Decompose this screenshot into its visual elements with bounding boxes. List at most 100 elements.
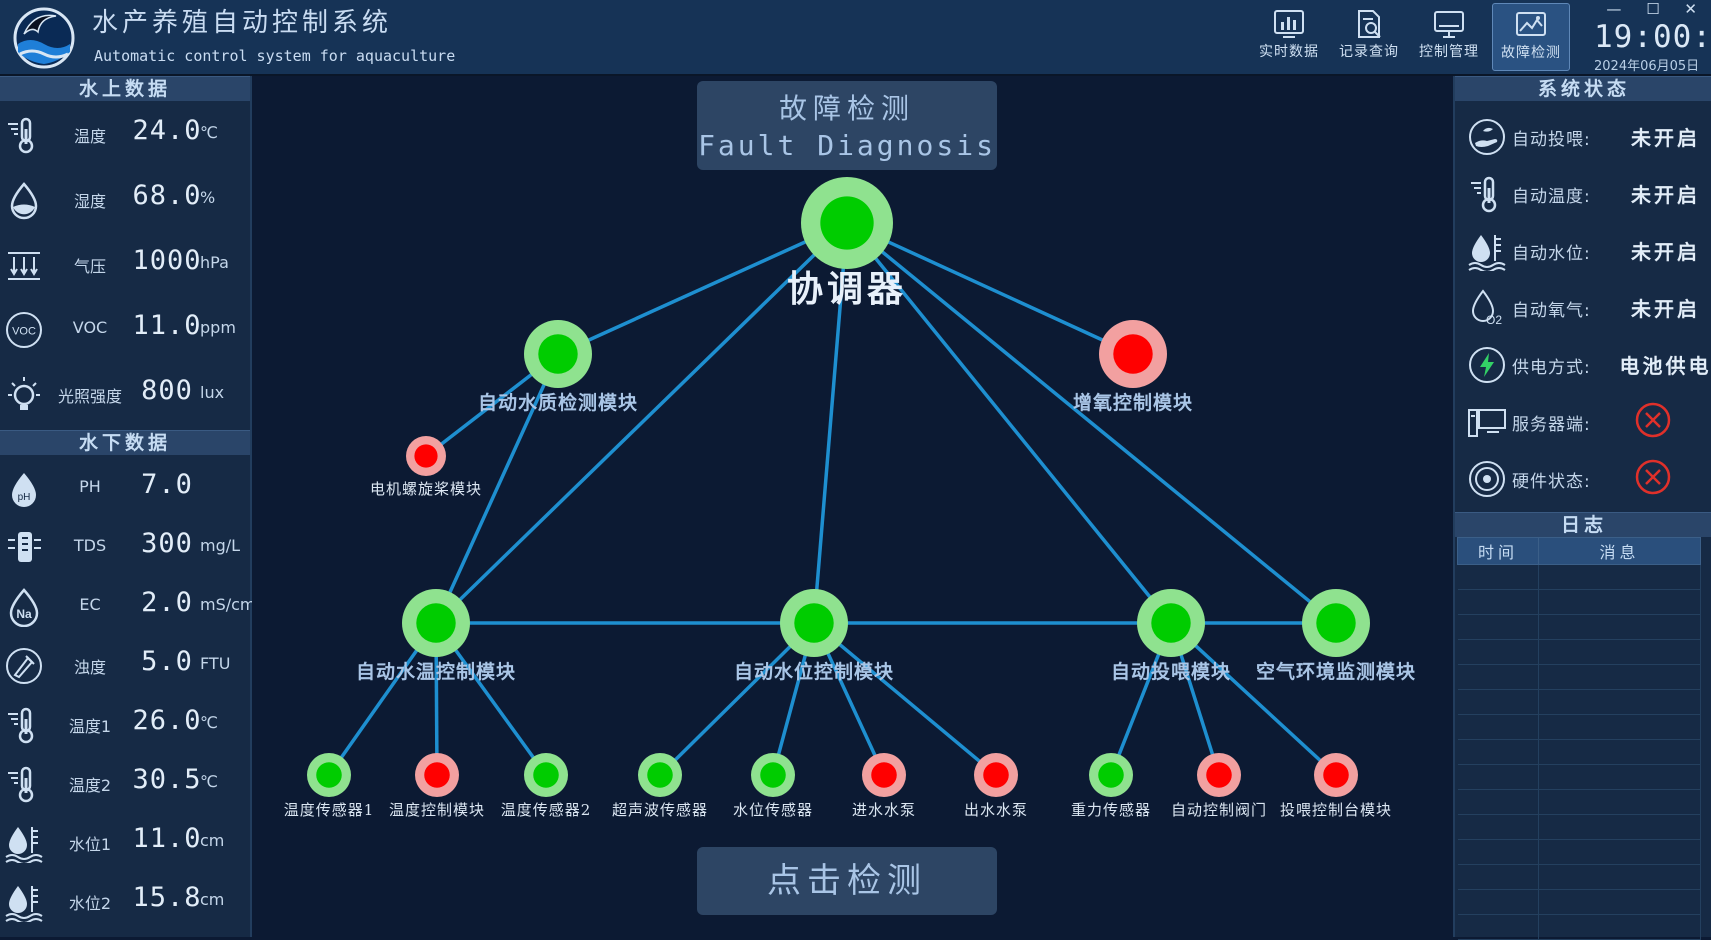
node-wt-ok[interactable] [402, 589, 470, 657]
water-level-icon [1467, 231, 1507, 273]
water-level-icon [4, 823, 44, 865]
sensor-unit: FTU [200, 654, 231, 673]
node-s2-fault[interactable] [415, 753, 459, 797]
log-cell-message [1538, 764, 1701, 790]
document-search-icon [1358, 10, 1381, 38]
sensor-label: TDS [73, 536, 107, 555]
log-cell-message [1538, 739, 1701, 765]
right-panel: 系统状态 自动投喂: 未开启 自动温度: 未开启 自动水位: 未开启 O2 自动… [1453, 76, 1711, 940]
node-s7-fault[interactable] [974, 753, 1018, 797]
bar-chart-icon [1274, 10, 1304, 38]
minimize-icon[interactable]: — [1606, 0, 1621, 18]
status-value: 未开启 [1631, 126, 1700, 150]
log-row [1457, 814, 1701, 840]
thermometer-icon [4, 705, 44, 745]
svg-text:Na: Na [16, 607, 32, 621]
status-label: 服务器端: [1512, 415, 1591, 435]
sensor-row: TDS 300 mg/L [0, 514, 250, 573]
under-water-list: pH PH 7.0 TDS 300 mg/L Na EC 2.0 mS/cm 浊… [0, 455, 256, 927]
sensor-unit: cm [200, 831, 225, 850]
log-cell-message [1538, 789, 1701, 815]
error-x-icon [1635, 402, 1671, 438]
status-value: 未开启 [1631, 183, 1700, 207]
node-s8-ok[interactable] [1089, 753, 1133, 797]
node-s9-fault[interactable] [1197, 753, 1241, 797]
node-s4-ok[interactable] [638, 753, 682, 797]
sensor-value: 30.5 [132, 764, 202, 795]
maximize-icon[interactable]: ☐ [1646, 0, 1659, 18]
log-cell-time [1457, 689, 1539, 715]
nav-record-query[interactable]: 记录查询 [1331, 3, 1407, 69]
log-row [1457, 589, 1701, 615]
sensor-value: 1000 [132, 245, 202, 276]
log-col-message[interactable]: 消息 [1538, 537, 1701, 565]
log-cell-time [1457, 839, 1539, 865]
sensor-unit: hPa [200, 253, 229, 272]
sensor-value: 7.0 [141, 469, 193, 500]
sensor-value: 11.0 [132, 823, 202, 854]
sensor-label: 温度 [73, 127, 106, 146]
node-ox-fault[interactable] [1099, 320, 1167, 388]
sensor-row: VOC VOC 11.0 ppm [0, 296, 250, 361]
log-title: 日志 [1455, 512, 1711, 537]
node-s3-ok[interactable] [524, 753, 568, 797]
status-row: 供电方式: 电池供电 [1455, 333, 1711, 390]
sensor-label: 湿度 [73, 192, 106, 211]
svg-text:O2: O2 [1486, 313, 1502, 327]
close-icon[interactable]: ✕ [1684, 0, 1697, 18]
node-wq-ok[interactable] [524, 320, 592, 388]
title-en: Fault Diagnosis [698, 129, 996, 162]
status-label: 自动投喂: [1512, 130, 1591, 150]
status-row: 自动投喂: 未开启 [1455, 105, 1711, 162]
log-row [1457, 739, 1701, 765]
date: 2024年06月05日 [1594, 59, 1700, 74]
log-row [1457, 914, 1701, 940]
sensor-row: 气压 1000 hPa [0, 231, 250, 296]
node-s10-fault[interactable] [1314, 753, 1358, 797]
clock: 19:00:57 [1594, 19, 1711, 55]
sensor-row: pH PH 7.0 [0, 455, 250, 514]
sensor-unit: ℃ [200, 713, 218, 732]
node-coord-ok[interactable] [801, 177, 893, 269]
status-row: 自动水位: 未开启 [1455, 219, 1711, 276]
log-row [1457, 714, 1701, 740]
sensor-label: 水位2 [68, 894, 112, 913]
log-row [1457, 839, 1701, 865]
ph-icon: pH [4, 469, 44, 509]
sensor-unit: lux [200, 383, 225, 402]
log-col-time[interactable]: 时间 [1457, 537, 1539, 565]
sensor-row: 温度1 26.0 ℃ [0, 691, 250, 750]
node-s1-ok[interactable] [307, 753, 351, 797]
log-cell-time [1457, 764, 1539, 790]
thermometer-icon [1467, 174, 1507, 214]
nav-control-management[interactable]: 控制管理 [1411, 3, 1487, 69]
log-cell-time [1457, 789, 1539, 815]
log-cell-time [1457, 864, 1539, 890]
node-motor-fault[interactable] [406, 436, 446, 476]
node-air-ok[interactable] [1302, 589, 1370, 657]
status-label: 硬件状态: [1512, 472, 1591, 492]
sensor-value: 24.0 [132, 115, 202, 146]
log-cell-message [1538, 664, 1701, 690]
status-label: 自动水位: [1512, 244, 1591, 264]
sensor-row: 温度2 30.5 ℃ [0, 750, 250, 809]
nav-label: 故障检测 [1501, 45, 1561, 61]
nav-realtime-data[interactable]: 实时数据 [1251, 3, 1327, 69]
log-cell-time [1457, 714, 1539, 740]
node-wl-ok[interactable] [780, 589, 848, 657]
node-feed-ok[interactable] [1137, 589, 1205, 657]
sensor-value: 2.0 [141, 587, 193, 618]
sensor-value: 68.0 [132, 180, 202, 211]
detect-button[interactable]: 点击检测 [697, 847, 997, 915]
log-row [1457, 689, 1701, 715]
nav-fault-detection[interactable]: 故障检测 [1492, 3, 1570, 71]
status-value: 未开启 [1631, 240, 1700, 264]
node-s6-fault[interactable] [862, 753, 906, 797]
log-row [1457, 664, 1701, 690]
above-water-list: 温度 24.0 ℃ 湿度 68.0 % 气压 1000 hPa VOC VOC … [0, 101, 250, 426]
sensor-unit: % [200, 188, 216, 207]
hardware-disc-icon [1467, 459, 1507, 499]
sensor-value: 15.8 [132, 882, 202, 913]
log-body [1457, 564, 1701, 940]
node-s5-ok[interactable] [751, 753, 795, 797]
